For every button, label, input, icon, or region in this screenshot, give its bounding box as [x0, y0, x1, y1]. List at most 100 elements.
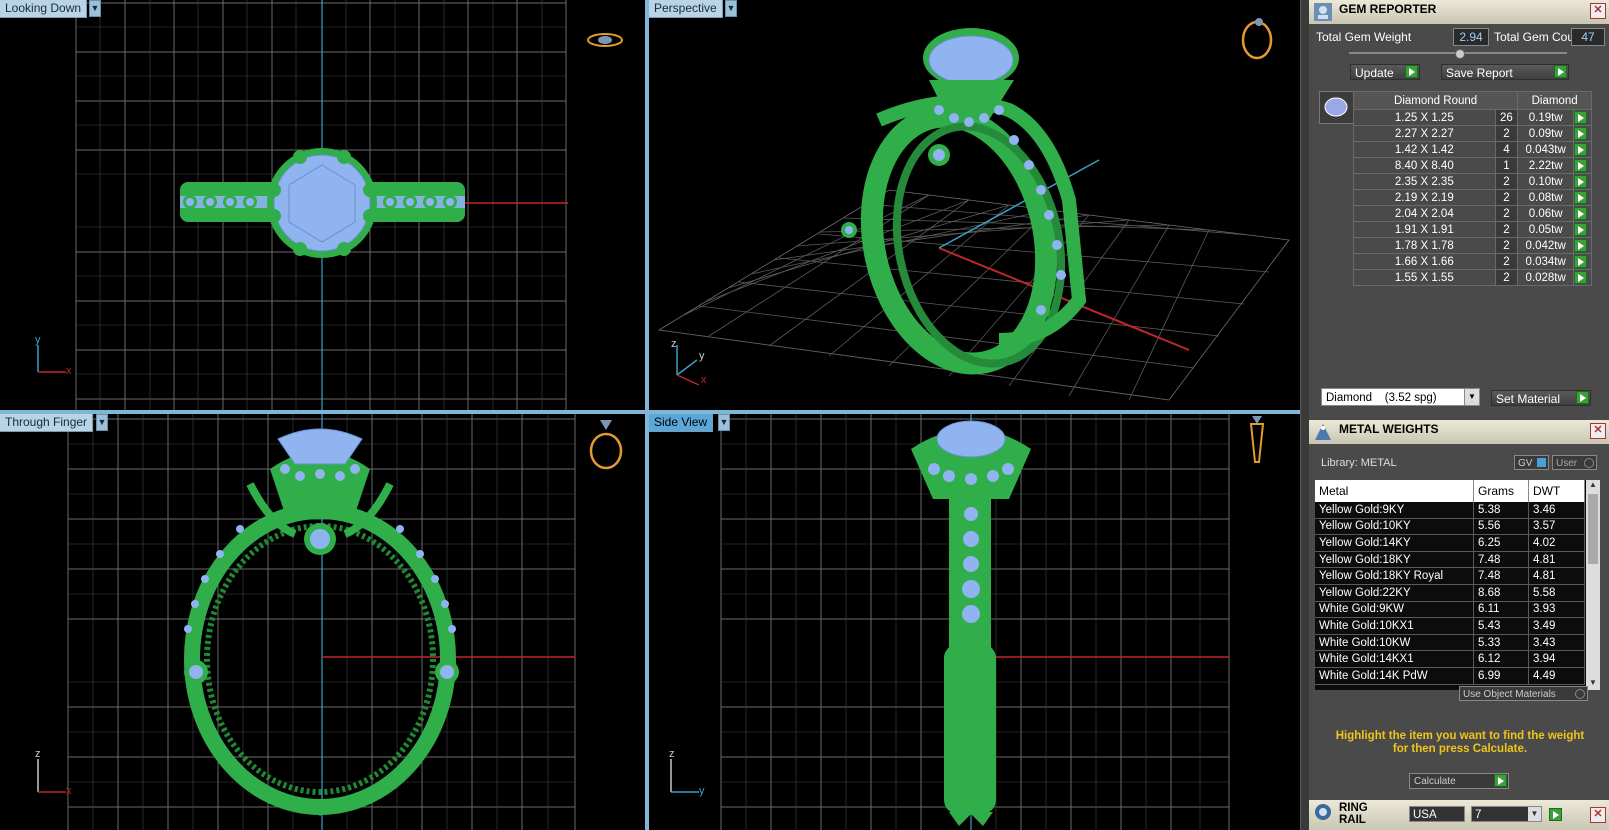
gem-row-go-icon[interactable]	[1574, 191, 1588, 204]
metal-dwt: 3.93	[1528, 601, 1585, 619]
gem-row-go-icon[interactable]	[1574, 223, 1588, 236]
metal-row[interactable]: Yellow Gold:22KY 8.68 5.58	[1315, 584, 1585, 602]
gem-size: 1.91 X 1.91	[1353, 221, 1496, 238]
gem-row[interactable]: 2.35 X 2.35 2 0.10tw	[1353, 173, 1592, 190]
gem-row[interactable]: 1.91 X 1.91 2 0.05tw	[1353, 221, 1592, 238]
gem-shape-thumbnail	[1319, 91, 1354, 124]
viewport-menu-dropdown[interactable]: ▼	[96, 414, 108, 431]
calculate-select[interactable]: Calculate	[1409, 773, 1509, 789]
metal-dwt: 5.58	[1528, 584, 1585, 602]
gem-row[interactable]: 2.04 X 2.04 2 0.06tw	[1353, 205, 1592, 222]
gem-size: 1.55 X 1.55	[1353, 269, 1496, 286]
gem-row[interactable]: 2.27 X 2.27 2 0.09tw	[1353, 125, 1592, 142]
metal-table-header-grams: Grams	[1473, 480, 1529, 502]
gem-row[interactable]: 2.19 X 2.19 2 0.08tw	[1353, 189, 1592, 206]
metal-dwt: 3.57	[1528, 518, 1585, 536]
calculate-go-icon[interactable]	[1494, 774, 1507, 787]
gem-weight: 0.08tw	[1517, 189, 1575, 206]
gem-row-go-icon[interactable]	[1574, 271, 1588, 284]
viewport-splitter-vertical[interactable]	[645, 0, 649, 830]
metal-row[interactable]: White Gold:14K PdW 6.99 4.49	[1315, 667, 1585, 685]
ring-rail-go-icon[interactable]	[1549, 808, 1562, 821]
metal-row[interactable]: Yellow Gold:10KY 5.56 3.57	[1315, 518, 1585, 536]
gv-indicator-icon	[1537, 458, 1546, 467]
gem-size: 2.19 X 2.19	[1353, 189, 1496, 206]
metal-table-container[interactable]: Metal Grams DWT Yellow Gold:9KY 5.38 3.46 …	[1315, 480, 1600, 690]
gem-weight: 0.042tw	[1517, 237, 1575, 254]
gem-row-go-icon[interactable]	[1574, 175, 1588, 188]
viewport-menu-dropdown[interactable]: ▼	[725, 0, 737, 17]
viewport-menu-dropdown[interactable]: ▼	[718, 414, 730, 431]
metal-grams: 7.48	[1473, 567, 1529, 585]
gem-row-go-icon[interactable]	[1574, 239, 1588, 252]
metal-weights-panel: METAL WEIGHTS ✕ Library: METAL GV User M…	[1309, 420, 1609, 800]
gem-weight: 0.19tw	[1517, 109, 1575, 126]
metal-dwt: 4.81	[1528, 551, 1585, 569]
gem-count: 2	[1494, 269, 1519, 286]
gem-weight: 0.043tw	[1517, 141, 1575, 158]
material-select[interactable]: Diamond (3.52 spg) ▼	[1321, 388, 1480, 406]
gem-row-go-icon[interactable]	[1574, 159, 1588, 172]
update-go-icon[interactable]	[1405, 65, 1418, 78]
gem-row-go-icon[interactable]	[1574, 111, 1588, 124]
viewport-label-perspective[interactable]: Perspective	[649, 0, 723, 18]
viewport-looking-down[interactable]: y x Looking Down ▼	[0, 0, 645, 410]
metal-name: Yellow Gold:14KY	[1315, 534, 1474, 552]
viewport-perspective[interactable]: z y x Perspective ▼	[649, 0, 1300, 410]
ring-rail-region[interactable]: USA	[1409, 806, 1465, 822]
gem-row[interactable]: 1.66 X 1.66 2 0.034tw	[1353, 253, 1592, 270]
ring-rail-size-select[interactable]: 7 ▼	[1471, 806, 1542, 822]
looking-down-canvas	[37, 0, 623, 410]
close-icon[interactable]: ✕	[1590, 3, 1606, 19]
set-material-go-icon[interactable]	[1576, 391, 1589, 404]
gem-row-go-icon[interactable]	[1574, 207, 1588, 220]
scroll-thumb[interactable]	[1588, 494, 1598, 564]
gem-weight: 0.028tw	[1517, 269, 1575, 286]
save-report-button[interactable]: Save Report	[1441, 64, 1569, 80]
metal-row[interactable]: Yellow Gold:18KY 7.48 4.81	[1315, 551, 1585, 569]
scroll-down-icon[interactable]: ▼	[1586, 678, 1600, 690]
gem-row[interactable]: 1.55 X 1.55 2 0.028tw	[1353, 269, 1592, 286]
viewport-label-through-finger[interactable]: Through Finger	[0, 414, 94, 432]
calculate-label: Calculate	[1414, 776, 1456, 787]
metal-row[interactable]: White Gold:9KW 6.11 3.93	[1315, 601, 1585, 619]
progress-slider-handle[interactable]	[1455, 49, 1465, 59]
metal-row[interactable]: Yellow Gold:14KY 6.25 4.02	[1315, 534, 1585, 552]
user-toggle[interactable]: User	[1552, 455, 1597, 470]
viewport-through-finger[interactable]: z x Through Finger ▼	[0, 414, 645, 830]
chevron-down-icon[interactable]: ▼	[1464, 389, 1479, 405]
metal-row[interactable]: Yellow Gold:18KY Royal 7.48 4.81	[1315, 567, 1585, 585]
metal-table-scrollbar[interactable]: ▲ ▼	[1586, 480, 1600, 690]
viewport-label-looking-down[interactable]: Looking Down	[0, 0, 88, 18]
axis-gizmo	[670, 759, 699, 793]
metal-dwt: 3.43	[1528, 634, 1585, 652]
metal-row[interactable]: White Gold:14KX1 6.12 3.94	[1315, 650, 1585, 668]
gem-row[interactable]: 1.78 X 1.78 2 0.042tw	[1353, 237, 1592, 254]
metal-name: Yellow Gold:18KY Royal	[1315, 567, 1474, 585]
close-icon[interactable]: ✕	[1590, 423, 1606, 439]
user-label: User	[1556, 458, 1578, 469]
viewport-menu-dropdown[interactable]: ▼	[89, 0, 101, 17]
gem-row-go-icon[interactable]	[1574, 255, 1588, 268]
gem-row[interactable]: 1.42 X 1.42 4 0.043tw	[1353, 141, 1592, 158]
viewport-side-view[interactable]: z y Side View ▼	[649, 414, 1300, 830]
gem-row[interactable]: 1.25 X 1.25 26 0.19tw	[1353, 109, 1592, 126]
gem-row[interactable]: 8.40 X 8.40 1 2.22tw	[1353, 157, 1592, 174]
metal-row[interactable]: White Gold:10KX1 5.43 3.49	[1315, 617, 1585, 635]
viewport-splitter-horizontal[interactable]	[0, 410, 1300, 414]
save-report-go-icon[interactable]	[1554, 65, 1567, 78]
metal-row[interactable]: Yellow Gold:9KY 5.38 3.46	[1315, 502, 1585, 519]
chevron-down-icon[interactable]: ▼	[1528, 807, 1541, 821]
metal-row[interactable]: White Gold:10KW 5.33 3.43	[1315, 634, 1585, 652]
use-object-materials-toggle[interactable]: Use Object Materials	[1459, 686, 1588, 701]
viewport-label-side-view[interactable]: Side View	[649, 414, 714, 432]
gem-count: 2	[1494, 189, 1519, 206]
axis-label-z: z	[669, 748, 675, 760]
close-icon[interactable]: ✕	[1590, 807, 1606, 823]
gem-row-go-icon[interactable]	[1574, 127, 1588, 140]
use-object-materials-indicator-icon	[1575, 689, 1585, 699]
scroll-up-icon[interactable]: ▲	[1586, 480, 1600, 492]
gv-toggle[interactable]: GV	[1514, 455, 1549, 470]
gem-row-go-icon[interactable]	[1574, 143, 1588, 156]
library-label: Library: METAL	[1321, 457, 1397, 469]
